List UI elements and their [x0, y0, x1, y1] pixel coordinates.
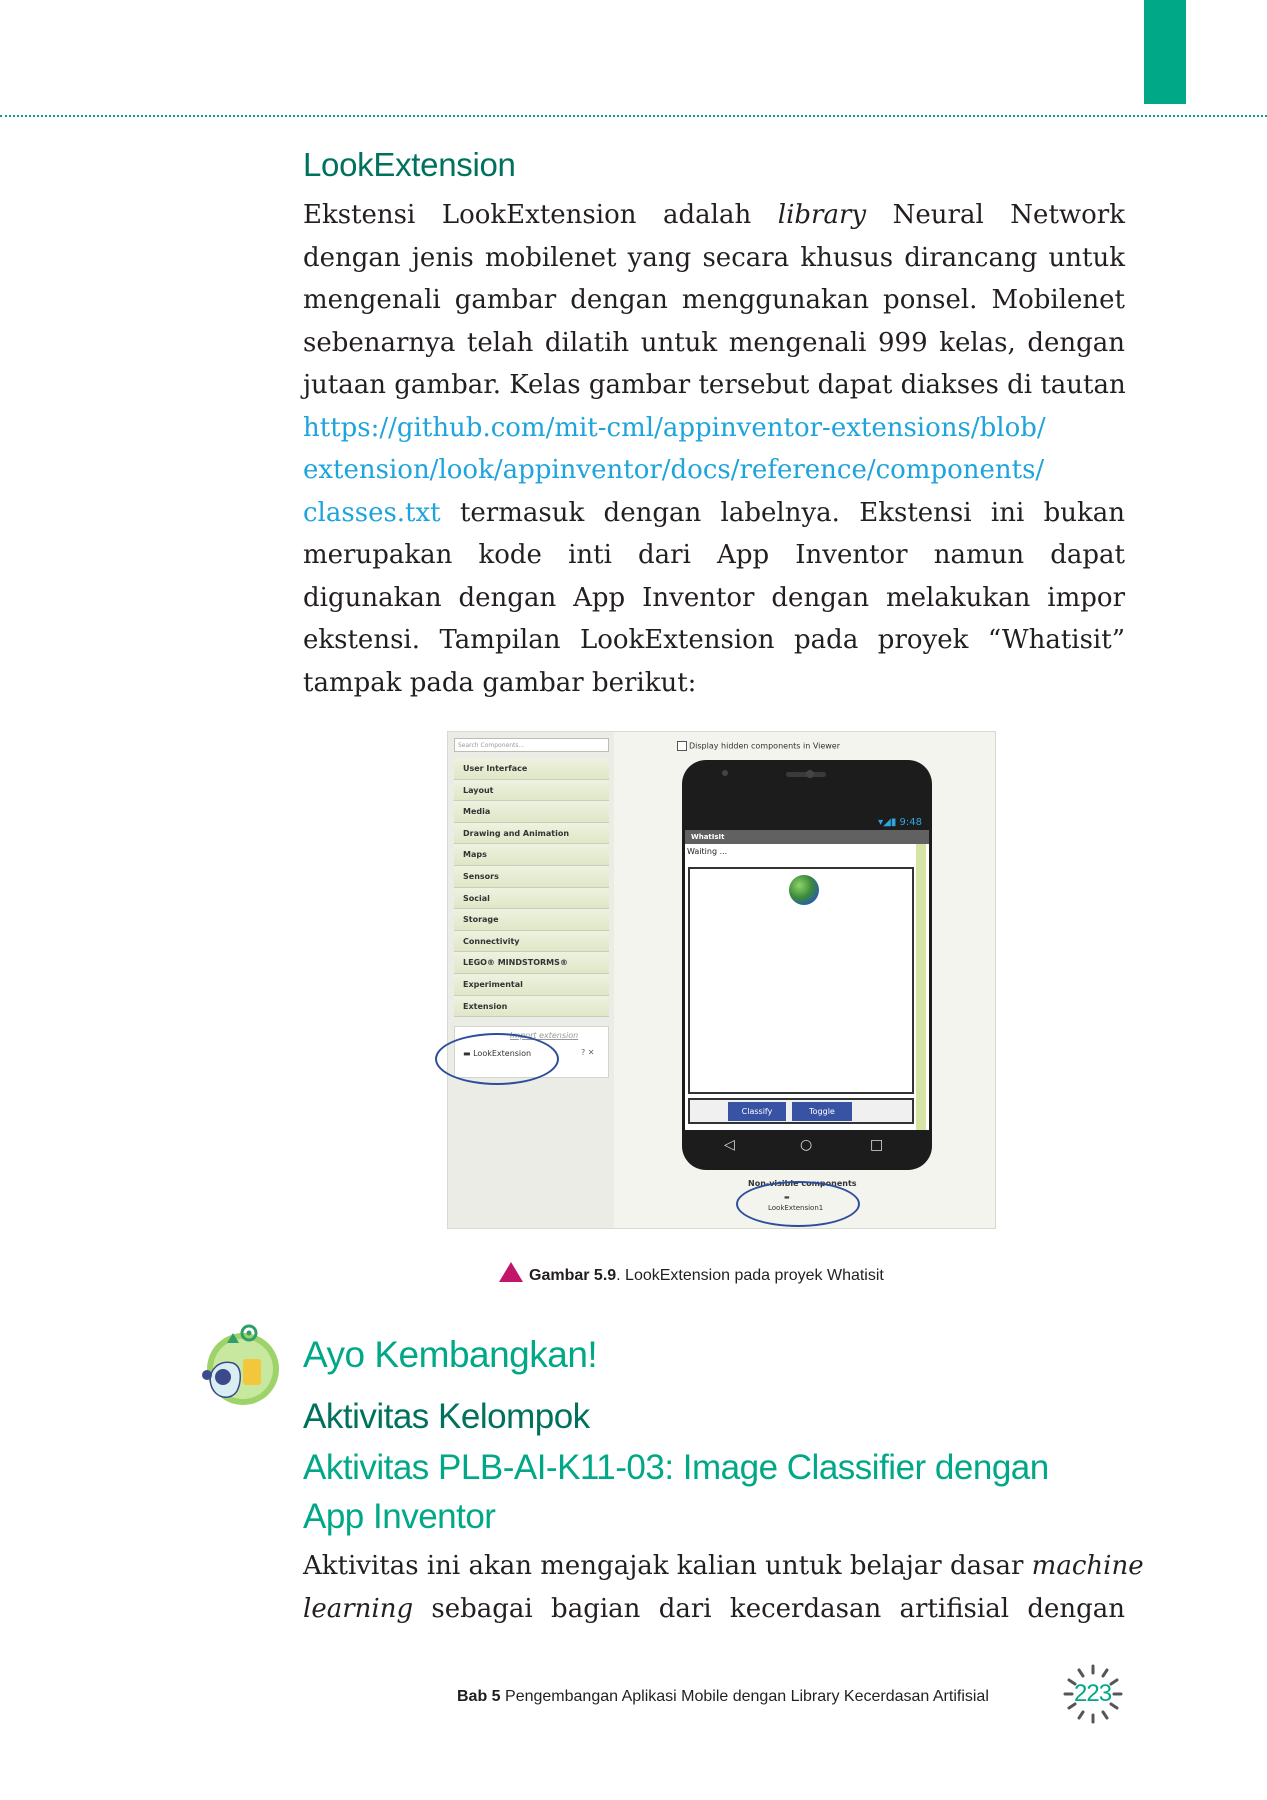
url-link[interactable]: extension/look/appinventor/docs/referenc… — [303, 449, 1125, 492]
palette-item: Layout — [454, 779, 609, 802]
phone-camera — [806, 770, 814, 778]
url-link[interactable]: https://github.com/mit-cml/appinventor-e… — [303, 407, 1125, 450]
page-number: 223 — [1074, 1680, 1112, 1707]
recents-icon: □ — [870, 1137, 884, 1153]
palette-list: User Interface Layout Media Drawing and … — [454, 758, 609, 1018]
palette-item: Maps — [454, 844, 609, 866]
chapter-tab-marker — [1144, 0, 1186, 104]
globe-icon — [789, 875, 819, 905]
page-footer: Bab 5 Pengembangan Aplikasi Mobile denga… — [457, 1688, 989, 1705]
phone-screen: WhatIsIt Waiting ... Classify Toggle — [685, 830, 929, 1130]
button-row: Classify Toggle — [688, 1098, 914, 1124]
text-line: Ekstensi LookExtension adalah library Ne… — [303, 200, 1125, 230]
extension-buttons: ? ✕ — [581, 1048, 595, 1057]
header-rule — [0, 115, 1267, 117]
palette-item: Sensors — [454, 865, 609, 888]
signal-icon: ▾◢▮ — [878, 817, 900, 828]
palette-panel: Search Components... User Interface Layo… — [435, 732, 614, 1228]
text-line: sebenarnya telah dilatih untuk mengenali… — [303, 327, 1125, 358]
back-icon: ◁ — [724, 1137, 735, 1153]
activity-title-line: App Inventor — [303, 1497, 496, 1536]
palette-item: Social — [454, 887, 609, 910]
toggle-button: Toggle — [792, 1102, 852, 1121]
palette-item: Experimental — [454, 973, 609, 996]
activity-paragraph: Aktivitas ini akan mengajak kalian untuk… — [303, 1545, 1144, 1630]
palette-item: Connectivity — [454, 930, 609, 953]
palette-item: LEGO® MINDSTORMS® — [454, 952, 609, 974]
text-line: Aktivitas ini akan mengajak kalian untuk… — [303, 1551, 1144, 1581]
status-bar: ▾◢▮ 9:48 — [878, 817, 922, 828]
app-title-bar: WhatIsIt — [685, 830, 929, 844]
palette-item: Extension — [454, 995, 609, 1018]
text-line: tampak pada gambar berikut: — [303, 667, 697, 698]
highlight-ellipse — [736, 1181, 860, 1227]
triangle-icon — [499, 1262, 523, 1282]
section-title: LookExtension — [303, 146, 516, 183]
hidden-components-checkbox: Display hidden components in Viewer — [677, 741, 840, 751]
activity-title: Aktivitas PLB-AI-K11-03: Image Classifie… — [303, 1443, 1125, 1541]
home-icon: ○ — [800, 1137, 813, 1153]
phone-sensor — [722, 770, 728, 776]
text-line: dengan jenis mobilenet yang secara khusu… — [303, 242, 1125, 273]
text-line: ekstensi. Tampilan LookExtension pada pr… — [303, 625, 1125, 655]
highlight-ellipse — [435, 1033, 559, 1085]
figure-screenshot: Search Components... User Interface Layo… — [435, 731, 996, 1229]
palette-item: User Interface — [454, 758, 609, 780]
screen-scrollbar — [916, 844, 926, 1130]
phone-nav-bar: ◁ ○ □ — [682, 1132, 932, 1162]
palette-item: Drawing and Animation — [454, 822, 609, 845]
image-view — [688, 867, 914, 1094]
figure-caption: Gambar 5.9. LookExtension pada proyek Wh… — [499, 1262, 884, 1285]
status-label: Waiting ... — [687, 847, 728, 856]
url-link[interactable]: classes.txt — [303, 498, 441, 528]
text-line: merupakan kode inti dari App Inventor na… — [303, 540, 1125, 570]
text-line: jutaan gambar. Kelas gambar tersebut dap… — [303, 370, 1126, 400]
text-line: digunakan dengan App Inventor dengan mel… — [303, 582, 1125, 613]
activity-subheading: Aktivitas Kelompok — [303, 1397, 590, 1436]
text-line: mengenali gambar dengan menggunakan pons… — [303, 285, 1125, 315]
text-line: classes.txt termasuk dengan labelnya. Ek… — [303, 497, 1125, 528]
activity-title-line: Aktivitas PLB-AI-K11-03: Image Classifie… — [303, 1448, 1049, 1487]
activity-icon — [202, 1324, 279, 1405]
search-input: Search Components... — [454, 738, 609, 752]
body-paragraph: Ekstensi LookExtension adalah library Ne… — [303, 194, 1126, 704]
text-line: learning sebagai bagian dari kecerdasan … — [303, 1593, 1125, 1624]
phone-mockup: ▾◢▮ 9:48 WhatIsIt Waiting ... Classify T… — [682, 760, 932, 1170]
activity-heading: Ayo Kembangkan! — [303, 1334, 598, 1375]
palette-item: Storage — [454, 909, 609, 931]
classify-button: Classify — [728, 1102, 786, 1121]
palette-item: Media — [454, 801, 609, 823]
